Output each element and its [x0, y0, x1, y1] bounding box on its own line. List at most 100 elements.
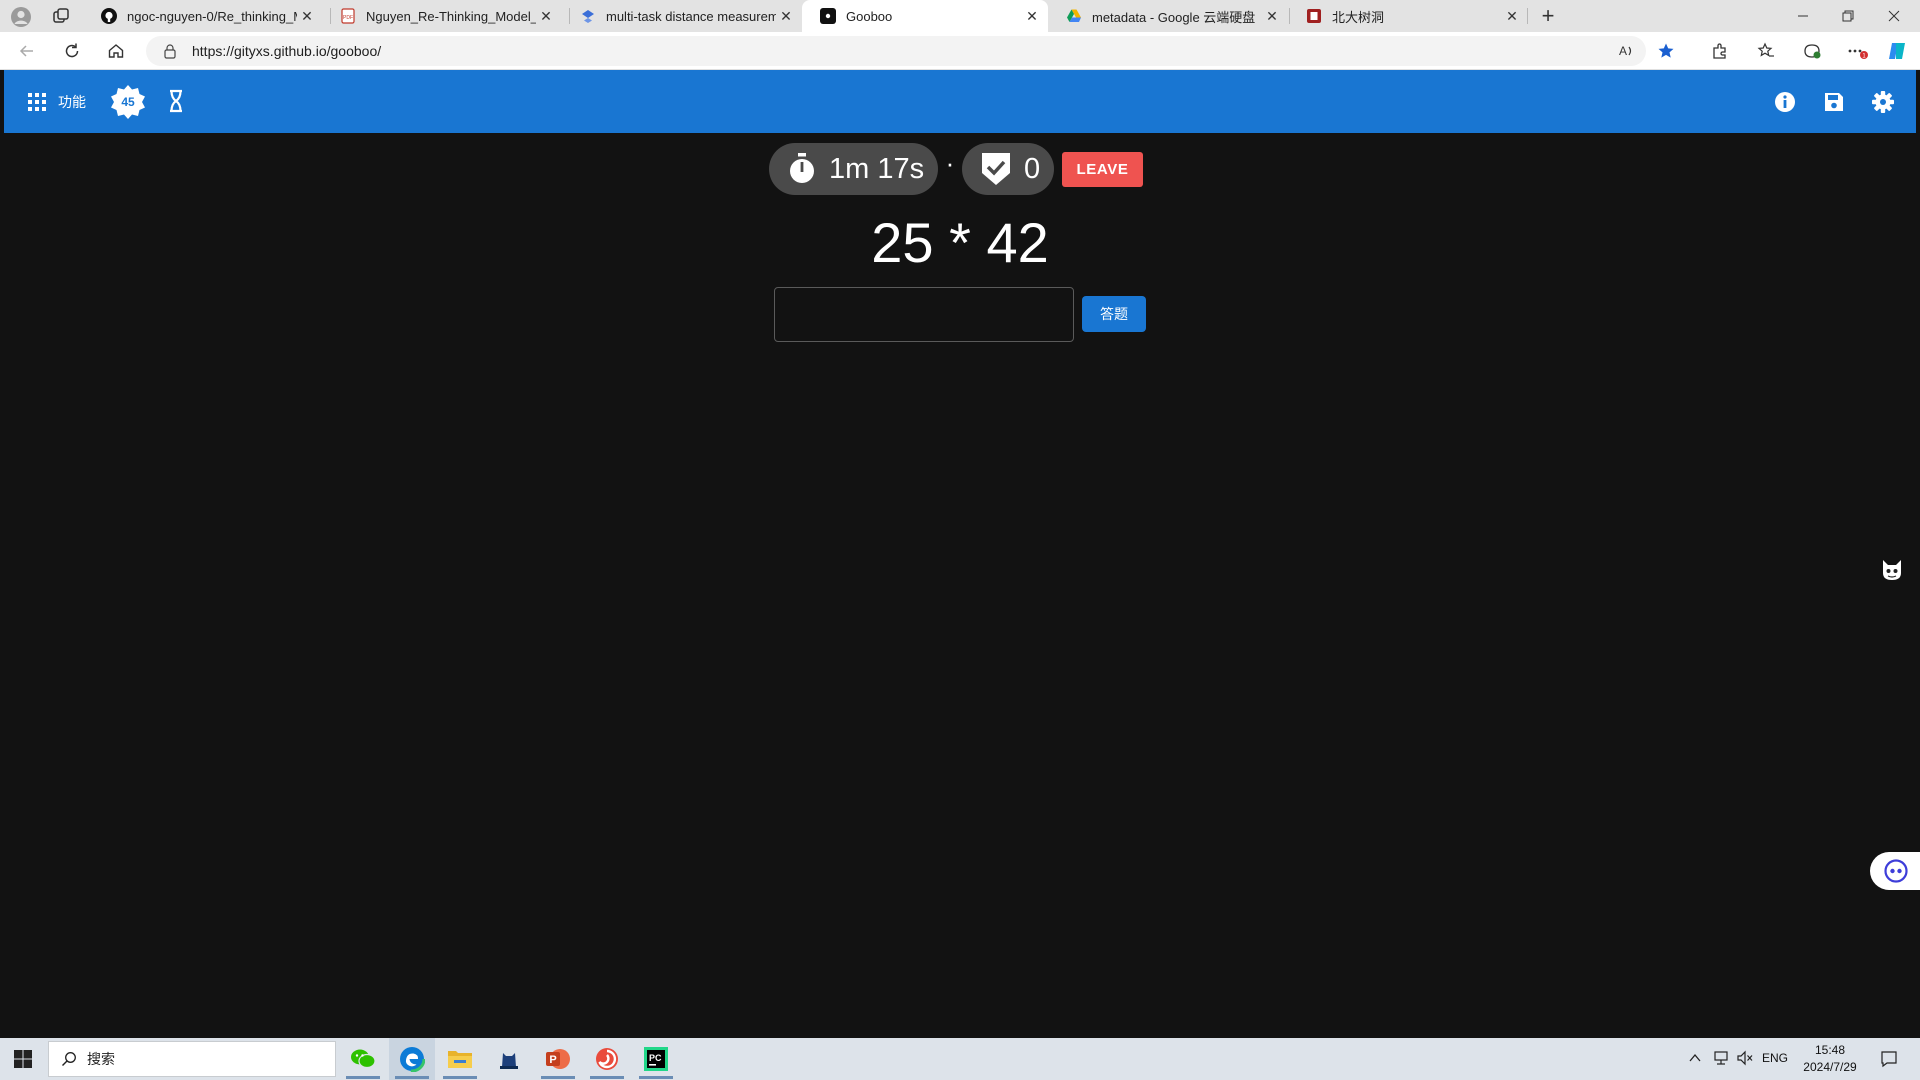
close-tab-icon[interactable]: ✕ [1264, 8, 1280, 24]
dropbox-icon [580, 8, 596, 24]
tab-title: metadata - Google 云端硬盘 [1092, 9, 1256, 25]
refresh-icon[interactable] [61, 40, 83, 62]
hourglass-icon[interactable] [168, 89, 184, 113]
svg-text:PDF: PDF [343, 15, 353, 21]
read-aloud-icon[interactable]: A [1615, 40, 1637, 62]
stopwatch-icon [787, 153, 817, 185]
assistant-face-icon [1884, 859, 1908, 883]
apps-grid-icon [28, 93, 46, 111]
taskbar-app-cat[interactable] [486, 1038, 532, 1080]
close-tab-icon[interactable]: ✕ [1024, 8, 1040, 24]
taskbar-app-swirl[interactable] [584, 1038, 630, 1080]
pku-icon [1306, 8, 1322, 24]
browser-tab[interactable]: ngoc-nguyen-0/Re_thinking_MI ✕ [83, 0, 323, 32]
save-icon[interactable] [1824, 92, 1844, 112]
minimize-icon[interactable] [1795, 8, 1811, 24]
tab-title: ngoc-nguyen-0/Re_thinking_MI [127, 8, 297, 24]
copilot-icon[interactable] [1886, 40, 1908, 62]
svg-text:PC: PC [649, 1053, 662, 1063]
clock-time: 15:48 [1814, 1043, 1846, 1057]
taskbar-edge[interactable] [389, 1038, 435, 1080]
extensions-icon[interactable] [1709, 40, 1731, 62]
close-tab-icon[interactable]: ✕ [1504, 8, 1520, 24]
close-tab-icon[interactable]: ✕ [778, 8, 794, 24]
lock-icon[interactable] [162, 43, 178, 59]
clock-date: 2024/7/29 [1803, 1060, 1857, 1074]
taskbar-pycharm[interactable]: PC [633, 1038, 679, 1080]
google-drive-icon [1066, 8, 1082, 24]
tab-title: Gooboo [846, 8, 893, 24]
folder-icon [448, 1051, 472, 1068]
mascot-cat-icon[interactable] [1880, 556, 1904, 582]
level-badge[interactable]: 45 [110, 84, 146, 120]
powerpoint-icon: P [546, 1049, 570, 1069]
timer-value: 1m 17s [829, 152, 925, 185]
browser-tab-active[interactable]: Gooboo ✕ [802, 0, 1048, 32]
input-language[interactable]: ENG [1762, 1051, 1788, 1065]
wechat-icon [351, 1049, 376, 1069]
features-menu-label: 功能 [58, 94, 86, 110]
new-tab-icon[interactable]: + [1537, 5, 1559, 28]
assistant-widget[interactable] [1870, 852, 1920, 890]
score-value: 0 [1024, 152, 1041, 185]
volume-muted-icon[interactable] [1736, 1050, 1754, 1066]
app-header: 功能 45 [4, 70, 1916, 133]
tab-title: multi-task distance measuremen [606, 8, 776, 24]
gooboo-icon [820, 8, 836, 24]
tab-divider [1527, 8, 1528, 24]
network-icon[interactable] [1712, 1050, 1730, 1066]
browser-tab[interactable]: PDF Nguyen_Re-Thinking_Model_Inv ✕ [322, 0, 562, 32]
close-tab-icon[interactable]: ✕ [538, 8, 554, 24]
close-tab-icon[interactable]: ✕ [299, 8, 315, 24]
browser-tab-strip: ngoc-nguyen-0/Re_thinking_MI ✕ PDF Nguye… [0, 0, 1920, 32]
more-menu-icon[interactable]: 1 [1847, 40, 1869, 62]
cat-app-icon [500, 1053, 518, 1069]
info-icon[interactable] [1774, 91, 1796, 113]
answer-button[interactable]: 答题 [1082, 296, 1146, 332]
svg-text:A: A [1619, 44, 1627, 58]
notification-icon[interactable] [1880, 1050, 1898, 1068]
favorite-star-icon[interactable] [1655, 40, 1677, 62]
level-number: 45 [121, 95, 135, 109]
back-icon[interactable] [16, 40, 38, 62]
browser-tab[interactable]: 北大树洞 ✕ [1288, 0, 1528, 32]
profile-icon[interactable] [10, 6, 32, 28]
windows-taskbar: 搜索 P PC ENG 15:48 2024/7/29 [0, 1038, 1920, 1080]
separator-dot: · [945, 148, 955, 178]
taskbar-wechat[interactable] [340, 1038, 386, 1080]
tab-title: 北大树洞 [1332, 9, 1385, 25]
score-chip: 0 [962, 143, 1054, 195]
leave-button[interactable]: LEAVE [1062, 152, 1143, 187]
favorites-icon[interactable] [1755, 40, 1777, 62]
workspaces-icon[interactable] [52, 7, 72, 27]
browser-essentials-icon[interactable] [1801, 40, 1823, 62]
svg-text:P: P [549, 1054, 556, 1066]
search-icon [61, 1051, 77, 1067]
url-text: https://gityxs.github.io/gooboo/ [192, 43, 382, 59]
windows-start-icon[interactable] [14, 1050, 32, 1068]
browser-toolbar: https://gityxs.github.io/gooboo/ A 1 [0, 32, 1920, 70]
math-question: 25 * 42 [871, 211, 1049, 274]
edge-icon [399, 1046, 425, 1072]
window-close-icon[interactable] [1886, 8, 1902, 24]
restore-icon[interactable] [1840, 8, 1856, 24]
github-icon [101, 8, 117, 24]
taskbar-powerpoint[interactable]: P [535, 1038, 581, 1080]
taskbar-search-box[interactable]: 搜索 [48, 1041, 336, 1077]
check-shield-icon [982, 153, 1010, 185]
home-icon[interactable] [105, 40, 127, 62]
tab-title: Nguyen_Re-Thinking_Model_Inv [366, 8, 536, 24]
address-bar[interactable]: https://gityxs.github.io/gooboo/ [146, 36, 1646, 66]
system-clock[interactable]: 15:48 2024/7/29 [1790, 1042, 1870, 1076]
answer-input[interactable] [774, 287, 1074, 342]
pdf-icon: PDF [340, 8, 356, 24]
timer-chip: 1m 17s [769, 143, 938, 195]
settings-gear-icon[interactable] [1872, 91, 1894, 113]
pycharm-icon: PC [644, 1047, 668, 1071]
swirl-app-icon [596, 1048, 618, 1070]
search-placeholder: 搜索 [87, 1051, 115, 1067]
taskbar-file-explorer[interactable] [437, 1038, 483, 1080]
browser-tab[interactable]: metadata - Google 云端硬盘 ✕ [1048, 0, 1288, 32]
chevron-up-icon[interactable] [1688, 1051, 1702, 1065]
browser-tab[interactable]: multi-task distance measuremen ✕ [562, 0, 802, 32]
